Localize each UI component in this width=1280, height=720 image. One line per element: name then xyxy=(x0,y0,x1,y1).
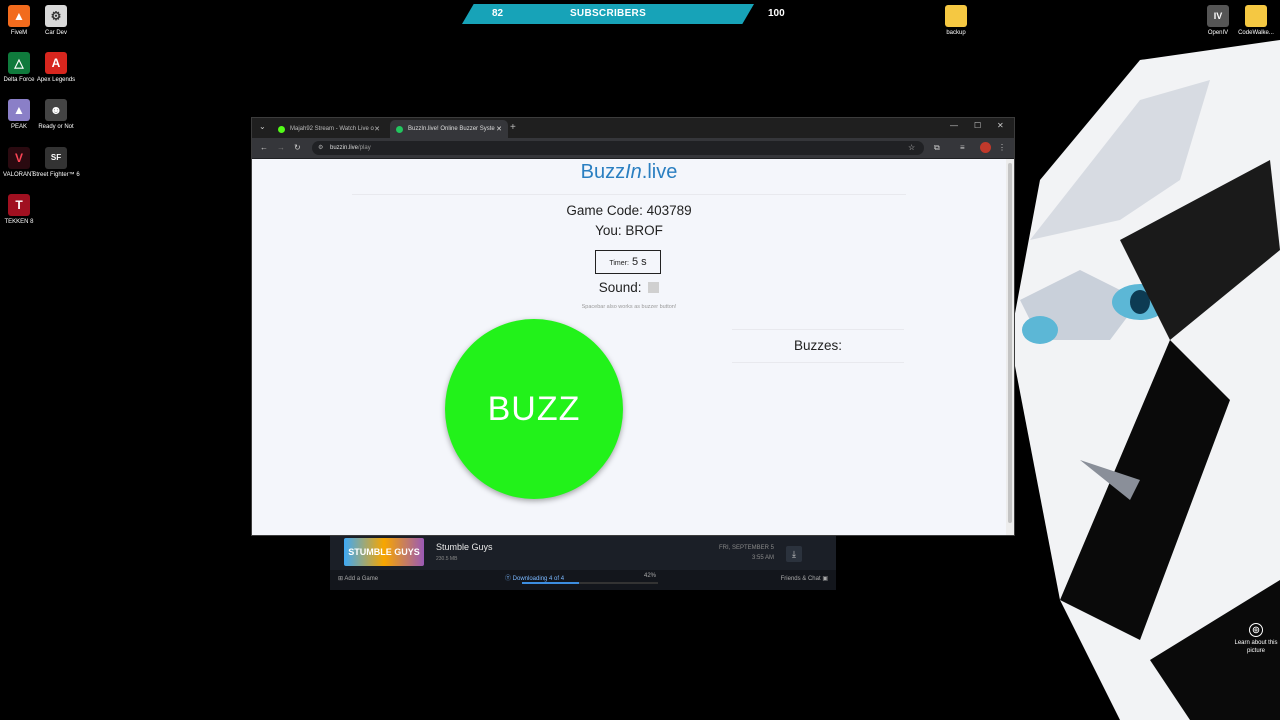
tab-title: BuzzIn.live! Online Buzzer Syste xyxy=(408,126,495,132)
spacebar-hint: Spacebar also works as buzzer button! xyxy=(581,304,677,310)
download-progress-fill xyxy=(522,582,580,584)
profile-avatar[interactable] xyxy=(980,142,991,153)
desktop-icon-label: Apex Legends xyxy=(36,77,76,83)
scrollbar-thumb[interactable] xyxy=(1008,163,1012,523)
divider xyxy=(732,329,904,330)
steam-bottom-bar: ⊞ Add a Game Ⓣ Downloading 4 of 4 42% Fr… xyxy=(330,570,836,590)
car-dev-icon: ⚙ xyxy=(45,5,67,27)
steam-downloads-panel: STUMBLE GUYS Stumble Guys 230.5 MB FRI, … xyxy=(330,534,836,590)
desktop-icon-tekken[interactable]: T TEKKEN 8 xyxy=(0,194,49,226)
tab-title: Majah92 Stream - Watch Live o xyxy=(290,126,374,132)
page-viewport: BuzzIn.live Game Code: 403789 You: BROF … xyxy=(252,159,1006,535)
url-path: /play xyxy=(358,145,371,151)
desktop-icon-label: PEAK xyxy=(10,124,27,130)
minimize-icon[interactable]: — xyxy=(950,121,958,130)
subscriber-label: SUBSCRIBERS xyxy=(569,8,647,19)
player-name: You: BROF xyxy=(595,223,663,238)
tab-buzzin-live[interactable]: BuzzIn.live! Online Buzzer Syste ✕ xyxy=(390,120,508,138)
desktop-icon-apex-legends[interactable]: A Apex Legends xyxy=(26,52,86,84)
divider xyxy=(732,362,904,363)
desktop-icon-label: TEKKEN 8 xyxy=(4,219,34,225)
browser-window: ⌄ Majah92 Stream - Watch Live o ✕ BuzzIn… xyxy=(251,117,1015,536)
add-game-label: Add a Game xyxy=(344,576,379,582)
folder-icon xyxy=(1245,5,1267,27)
address-bar[interactable]: ⚙ buzzin.live/play xyxy=(312,141,924,155)
learn-about-picture[interactable]: ◎ Learn about this picture xyxy=(1226,623,1280,655)
kick-favicon-icon xyxy=(278,125,285,133)
menu-kebab-icon[interactable]: ⋮ xyxy=(998,143,1006,152)
download-percent: 42% xyxy=(644,573,657,579)
close-tab-icon[interactable]: ✕ xyxy=(374,125,380,133)
date-text: FRI, SEPTEMBER 5 xyxy=(718,545,774,551)
friends-label: Friends & Chat xyxy=(780,576,821,582)
brand-part: Buzz xyxy=(580,161,626,183)
sound-checkbox[interactable] xyxy=(648,282,660,293)
site-info-icon[interactable]: ⚙ xyxy=(318,141,323,155)
game-code: Game Code: 403789 xyxy=(566,203,692,218)
friends-chat-button[interactable]: Friends & Chat ▣ xyxy=(781,575,828,582)
download-date: FRI, SEPTEMBER 5 3:55 AM xyxy=(719,543,774,563)
download-icon[interactable]: ⤓ xyxy=(786,546,802,562)
desktop-icon-label: CodeWalke... xyxy=(1238,30,1274,36)
sound-label: Sound: xyxy=(598,280,642,295)
maximize-icon[interactable]: ☐ xyxy=(974,121,981,130)
wallpaper-anime-art xyxy=(1000,40,1280,720)
media-controls-icon[interactable]: ≡ xyxy=(960,143,965,152)
buzzes-heading: Buzzes: xyxy=(793,338,843,353)
tekken-icon: T xyxy=(8,194,30,216)
browser-toolbar: ← → ↻ ⚙ buzzin.live/play ☆ ⧉ ≡ ⋮ xyxy=(252,138,1014,158)
timer-box: Timer: 5 s xyxy=(595,250,661,274)
desktop-icon-label: FiveM xyxy=(10,30,28,36)
new-tab-icon[interactable]: + xyxy=(510,122,516,133)
learn-more-label: Learn about this picture xyxy=(1234,640,1278,654)
subscriber-goal: 100 xyxy=(768,8,785,19)
apex-legends-icon: A xyxy=(45,52,67,74)
reload-icon[interactable]: ↻ xyxy=(294,143,301,152)
ready-or-not-icon: ☻ xyxy=(45,99,67,121)
sound-toggle-row: Sound: xyxy=(252,280,1006,295)
downloading-status[interactable]: Ⓣ Downloading 4 of 4 xyxy=(505,573,564,582)
extensions-icon[interactable]: ⧉ xyxy=(934,143,940,153)
site-logo[interactable]: BuzzIn.live xyxy=(252,161,1006,184)
add-game-button[interactable]: ⊞ Add a Game xyxy=(338,575,378,582)
desktop-icon-street-fighter[interactable]: SF Street Fighter™ 6 xyxy=(26,147,86,179)
camera-icon: ◎ xyxy=(1249,623,1263,637)
game-thumbnail[interactable]: STUMBLE GUYS xyxy=(344,538,424,566)
desktop-icon-codewalker[interactable]: CodeWalke... xyxy=(1226,5,1280,37)
tab-search-icon[interactable]: ⌄ xyxy=(259,122,266,131)
desktop-icon-car-dev[interactable]: ⚙ Car Dev xyxy=(26,5,86,37)
url-host: buzzin.live xyxy=(330,145,359,151)
time-text: 3:55 AM xyxy=(751,555,774,561)
game-title[interactable]: Stumble Guys xyxy=(436,542,493,552)
close-tab-icon[interactable]: ✕ xyxy=(496,125,502,133)
desktop-icon-backup[interactable]: backup xyxy=(926,5,986,37)
divider xyxy=(352,194,906,195)
desktop-icon-label: Car Dev xyxy=(44,30,67,36)
timer-value: 5 s xyxy=(631,256,647,268)
game-size: 230.5 MB xyxy=(436,556,458,562)
brand-italic: In xyxy=(625,161,642,183)
tab-strip: ⌄ Majah92 Stream - Watch Live o ✕ BuzzIn… xyxy=(252,118,1014,138)
tab-majah92-stream[interactable]: Majah92 Stream - Watch Live o ✕ xyxy=(272,120,386,138)
desktop-icon-ready-or-not[interactable]: ☻ Ready or Not xyxy=(26,99,86,131)
street-fighter-icon: SF xyxy=(45,147,67,169)
back-icon[interactable]: ← xyxy=(260,143,268,152)
buzzin-favicon-icon xyxy=(396,125,403,133)
desktop-icon-label: Street Fighter™ 6 xyxy=(32,172,80,178)
close-window-icon[interactable]: ✕ xyxy=(997,121,1004,130)
subscriber-goal-bar: 82 SUBSCRIBERS 100 xyxy=(462,4,785,24)
forward-icon[interactable]: → xyxy=(277,143,285,152)
desktop-icon-label: backup xyxy=(946,30,966,36)
brand-tail: .live xyxy=(641,161,678,183)
buzz-button[interactable]: BUZZ xyxy=(445,319,623,499)
timer-label: Timer: xyxy=(609,260,629,267)
page-scrollbar[interactable] xyxy=(1006,159,1014,535)
folder-icon xyxy=(945,5,967,27)
download-progress-bar xyxy=(522,582,658,584)
bookmark-star-icon[interactable]: ☆ xyxy=(908,143,915,152)
desktop-icon-label: Ready or Not xyxy=(38,124,74,130)
